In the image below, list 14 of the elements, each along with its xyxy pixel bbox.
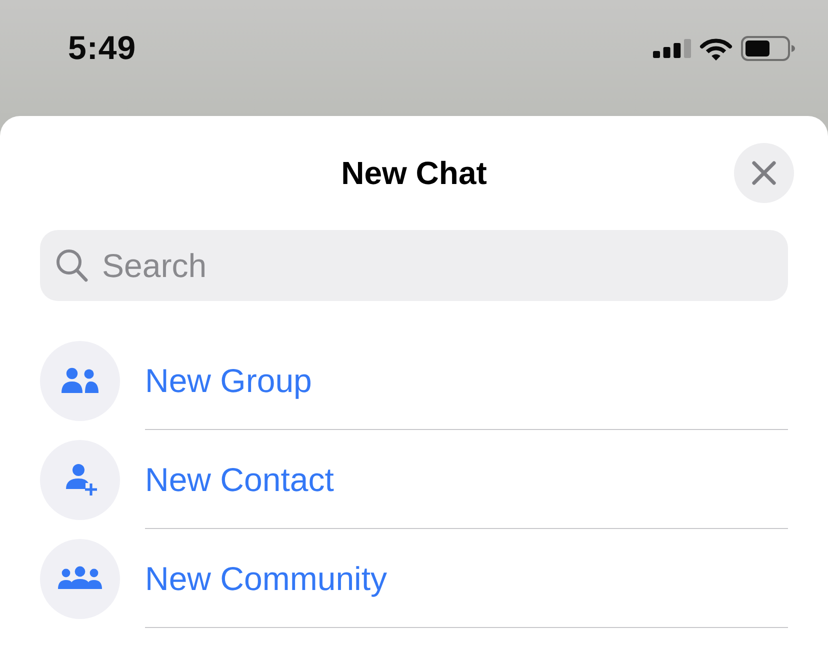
three-people-icon bbox=[40, 538, 120, 618]
menu-item[interactable]: New Community bbox=[40, 529, 788, 628]
menu-item[interactable]: New Group bbox=[40, 331, 788, 430]
close-icon bbox=[752, 161, 776, 185]
status-time: 5:49 bbox=[68, 28, 136, 68]
battery-icon bbox=[741, 36, 795, 60]
wifi-icon bbox=[699, 36, 733, 60]
two-people-icon bbox=[40, 340, 120, 420]
person-plus-icon bbox=[40, 440, 120, 520]
signal-icon bbox=[653, 38, 691, 58]
search-icon bbox=[56, 249, 88, 282]
search-field[interactable]: Search bbox=[40, 230, 788, 301]
menu-item[interactable]: New Contact bbox=[40, 430, 788, 529]
sheet-title: New Chat bbox=[341, 154, 487, 192]
